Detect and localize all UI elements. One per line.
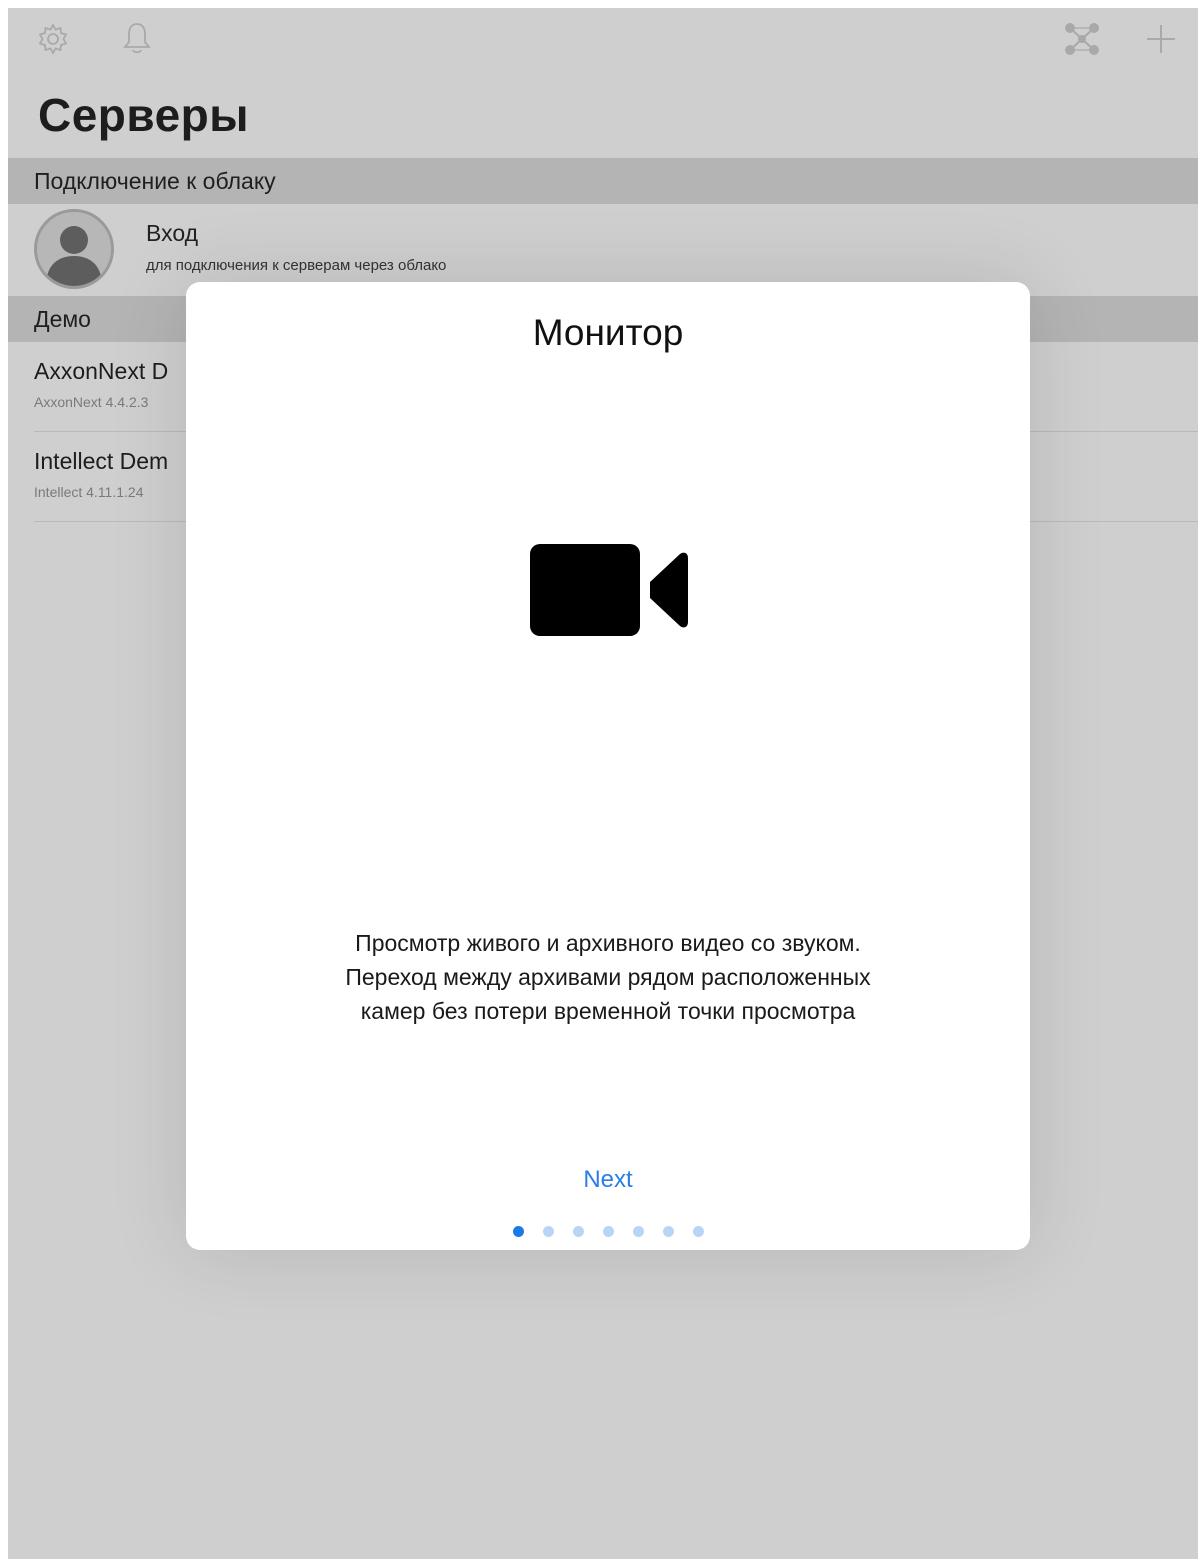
login-row[interactable]: Вход для подключения к серверам через об…: [8, 204, 1198, 294]
description-line: камер без потери временной точки просмот…: [360, 998, 856, 1024]
section-header-cloud: Подключение к облаку: [8, 158, 1198, 204]
description-line: Просмотр живого и архивного видео со зву…: [355, 930, 861, 956]
modal-title: Монитор: [532, 312, 684, 353]
page-title: Серверы: [38, 89, 250, 141]
page-dot[interactable]: [662, 1226, 674, 1237]
next-button[interactable]: Next: [186, 1166, 1030, 1194]
page-dot[interactable]: [602, 1226, 614, 1237]
page-dot[interactable]: [542, 1226, 554, 1237]
page-dot[interactable]: [632, 1226, 644, 1237]
bell-icon[interactable]: [120, 20, 154, 56]
person-icon: [46, 226, 102, 286]
server-name: AxxonNext D: [34, 358, 169, 384]
onboarding-modal: Монитор Просмотр живого и архивного виде…: [186, 282, 1030, 1250]
description-line: Переход между архивами рядом расположенн…: [345, 964, 871, 990]
server-version: Intellect 4.11.1.24: [34, 484, 144, 500]
page-dot[interactable]: [692, 1226, 704, 1237]
video-camera-icon: [528, 542, 688, 638]
avatar: [34, 209, 114, 289]
gear-icon[interactable]: [36, 22, 70, 56]
network-icon[interactable]: [1064, 22, 1100, 56]
servers-screen: Серверы Подключение к облаку Вход для по…: [8, 8, 1198, 1559]
login-title: Вход: [146, 220, 199, 246]
login-subtitle: для подключения к серверам через облако: [146, 257, 447, 274]
server-version: AxxonNext 4.4.2.3: [34, 394, 149, 410]
page-dot-active[interactable]: [512, 1226, 524, 1237]
modal-description: Просмотр живого и архивного видео со зву…: [226, 926, 990, 1028]
server-name: Intellect Dem: [34, 448, 169, 474]
page-dot[interactable]: [572, 1226, 584, 1237]
page-indicator[interactable]: [186, 1226, 1030, 1238]
plus-icon[interactable]: [1144, 22, 1178, 56]
